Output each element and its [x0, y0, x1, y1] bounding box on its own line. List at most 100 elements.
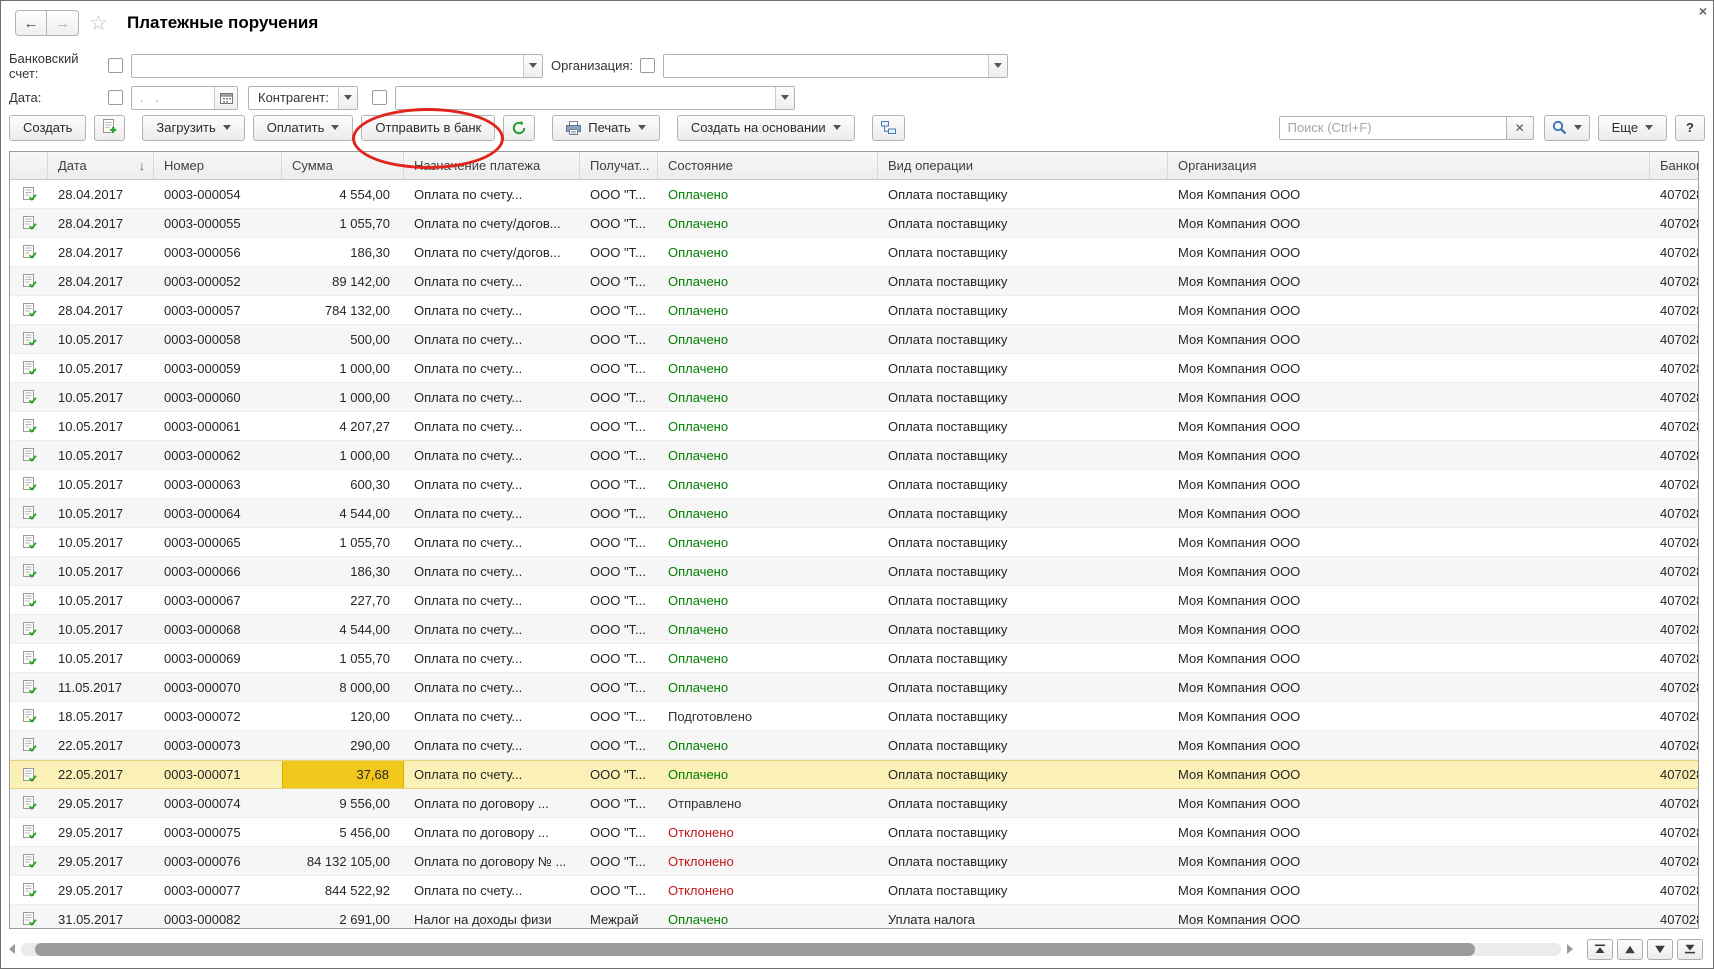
create-by-copy-button[interactable]: [94, 115, 125, 141]
go-to-bottom-button[interactable]: [1677, 939, 1703, 960]
column-header-date[interactable]: Дата↓: [48, 152, 154, 179]
table-row[interactable]: 10.05.2017 0003-000058 500,00 Оплата по …: [10, 325, 1698, 354]
search-button[interactable]: [1544, 115, 1590, 141]
refresh-icon: [511, 120, 527, 136]
document-posted-icon: [21, 882, 37, 898]
table-row[interactable]: 10.05.2017 0003-000067 227,70 Оплата по …: [10, 586, 1698, 615]
date-checkbox[interactable]: [108, 90, 123, 105]
scroll-right-icon[interactable]: [1567, 944, 1573, 954]
organization-checkbox[interactable]: [640, 58, 655, 73]
counterparty-field-selector[interactable]: Контрагент:: [248, 86, 358, 110]
table-row[interactable]: 18.05.2017 0003-000072 120,00 Оплата по …: [10, 702, 1698, 731]
help-button[interactable]: ?: [1675, 115, 1705, 141]
table-row[interactable]: 22.05.2017 0003-000073 290,00 Оплата по …: [10, 731, 1698, 760]
cell-status: Оплачено: [658, 586, 878, 614]
table-row[interactable]: 10.05.2017 0003-000066 186,30 Оплата по …: [10, 557, 1698, 586]
table-row[interactable]: 28.04.2017 0003-000056 186,30 Оплата по …: [10, 238, 1698, 267]
cell-date: 10.05.2017: [48, 325, 154, 353]
column-header-sum[interactable]: Сумма: [282, 152, 404, 179]
cell-bank-account: 407028: [1650, 296, 1698, 324]
pay-button[interactable]: Оплатить: [253, 115, 354, 141]
cell-date: 10.05.2017: [48, 528, 154, 556]
organization-input[interactable]: [663, 54, 1008, 78]
bank-account-input[interactable]: [131, 54, 543, 78]
page-title: Платежные поручения: [127, 13, 318, 33]
table-row[interactable]: 29.05.2017 0003-000074 9 556,00 Оплата п…: [10, 789, 1698, 818]
scrollbar-track[interactable]: [21, 943, 1561, 956]
cell-date: 10.05.2017: [48, 354, 154, 382]
cell-payee: ООО "Т...: [580, 615, 658, 643]
forward-button[interactable]: →: [47, 10, 79, 36]
table-row[interactable]: 10.05.2017 0003-000065 1 055,70 Оплата п…: [10, 528, 1698, 557]
table-row[interactable]: 28.04.2017 0003-000052 89 142,00 Оплата …: [10, 267, 1698, 296]
row-down-button[interactable]: [1647, 939, 1673, 960]
table-row[interactable]: 11.05.2017 0003-000070 8 000,00 Оплата п…: [10, 673, 1698, 702]
table-row[interactable]: 10.05.2017 0003-000063 600,30 Оплата по …: [10, 470, 1698, 499]
column-header-number[interactable]: Номер: [154, 152, 282, 179]
close-icon[interactable]: ×: [1699, 4, 1707, 18]
print-button[interactable]: Печать: [552, 115, 660, 141]
column-header-status[interactable]: Состояние: [658, 152, 878, 179]
bank-account-checkbox[interactable]: [108, 58, 123, 73]
column-header-purpose[interactable]: Назначение платежа: [404, 152, 580, 179]
table-row[interactable]: 29.05.2017 0003-000076 84 132 105,00 Опл…: [10, 847, 1698, 876]
table-row[interactable]: 10.05.2017 0003-000059 1 000,00 Оплата п…: [10, 354, 1698, 383]
cell-sum: 784 132,00: [282, 296, 404, 324]
bank-account-dropdown-icon[interactable]: [523, 55, 542, 77]
go-to-top-button[interactable]: [1587, 939, 1613, 960]
scrollbar-thumb[interactable]: [35, 943, 1475, 956]
table-row[interactable]: 10.05.2017 0003-000064 4 544,00 Оплата п…: [10, 499, 1698, 528]
cell-date: 29.05.2017: [48, 818, 154, 846]
table-row[interactable]: 22.05.2017 0003-000071 37,68 Оплата по с…: [10, 760, 1698, 789]
cell-sum: 1 055,70: [282, 209, 404, 237]
load-button[interactable]: Загрузить: [142, 115, 244, 141]
table-row[interactable]: 31.05.2017 0003-000082 2 691,00 Налог на…: [10, 905, 1698, 928]
cell-status: Отклонено: [658, 847, 878, 875]
cell-status: Оплачено: [658, 180, 878, 208]
send-to-bank-button[interactable]: Отправить в банк: [361, 115, 495, 141]
table-row[interactable]: 10.05.2017 0003-000061 4 207,27 Оплата п…: [10, 412, 1698, 441]
cell-status: Оплачено: [658, 905, 878, 928]
create-button-label: Создать: [23, 120, 72, 135]
organization-dropdown-icon[interactable]: [988, 55, 1007, 77]
scroll-left-icon[interactable]: [9, 944, 15, 954]
table-row[interactable]: 28.04.2017 0003-000054 4 554,00 Оплата п…: [10, 180, 1698, 209]
search-input[interactable]: [1279, 116, 1507, 140]
row-up-button[interactable]: [1617, 939, 1643, 960]
cell-organization: Моя Компания ООО: [1168, 644, 1650, 672]
counterparty-dropdown-icon[interactable]: [775, 87, 794, 109]
clear-search-button[interactable]: ✕: [1507, 116, 1534, 140]
back-button[interactable]: ←: [15, 10, 47, 36]
table-row[interactable]: 28.04.2017 0003-000057 784 132,00 Оплата…: [10, 296, 1698, 325]
table-row[interactable]: 10.05.2017 0003-000068 4 544,00 Оплата п…: [10, 615, 1698, 644]
table-row[interactable]: 10.05.2017 0003-000069 1 055,70 Оплата п…: [10, 644, 1698, 673]
cell-purpose: Оплата по счету...: [404, 267, 580, 295]
column-header-icon[interactable]: [10, 152, 48, 179]
table-row[interactable]: 10.05.2017 0003-000060 1 000,00 Оплата п…: [10, 383, 1698, 412]
refresh-button[interactable]: [503, 115, 535, 141]
create-based-on-button[interactable]: Создать на основании: [677, 115, 855, 141]
table-row[interactable]: 29.05.2017 0003-000077 844 522,92 Оплата…: [10, 876, 1698, 905]
create-button[interactable]: Создать: [9, 115, 86, 141]
more-button[interactable]: Еще: [1598, 115, 1667, 141]
table-row[interactable]: 28.04.2017 0003-000055 1 055,70 Оплата п…: [10, 209, 1698, 238]
table-row[interactable]: 29.05.2017 0003-000075 5 456,00 Оплата п…: [10, 818, 1698, 847]
cell-status: Оплачено: [658, 209, 878, 237]
counterparty-input[interactable]: [395, 86, 795, 110]
cell-status: Подготовлено: [658, 702, 878, 730]
table-row[interactable]: 10.05.2017 0003-000062 1 000,00 Оплата п…: [10, 441, 1698, 470]
cell-status: Отклонено: [658, 876, 878, 904]
column-header-payee[interactable]: Получат...: [580, 152, 658, 179]
cell-payee: Межрай: [580, 905, 658, 928]
column-header-bank-account[interactable]: Банков: [1650, 152, 1698, 179]
cell-sum: 1 000,00: [282, 441, 404, 469]
favorite-star-icon[interactable]: ☆: [89, 11, 108, 36]
related-documents-button[interactable]: [872, 115, 905, 141]
column-header-operation[interactable]: Вид операции: [878, 152, 1168, 179]
counterparty-checkbox[interactable]: [372, 90, 387, 105]
cell-bank-account: 407028: [1650, 354, 1698, 382]
date-input[interactable]: . .: [131, 86, 238, 110]
column-header-organization[interactable]: Организация: [1168, 152, 1650, 179]
date-label: Дата:: [9, 90, 108, 105]
calendar-icon[interactable]: [214, 87, 237, 109]
